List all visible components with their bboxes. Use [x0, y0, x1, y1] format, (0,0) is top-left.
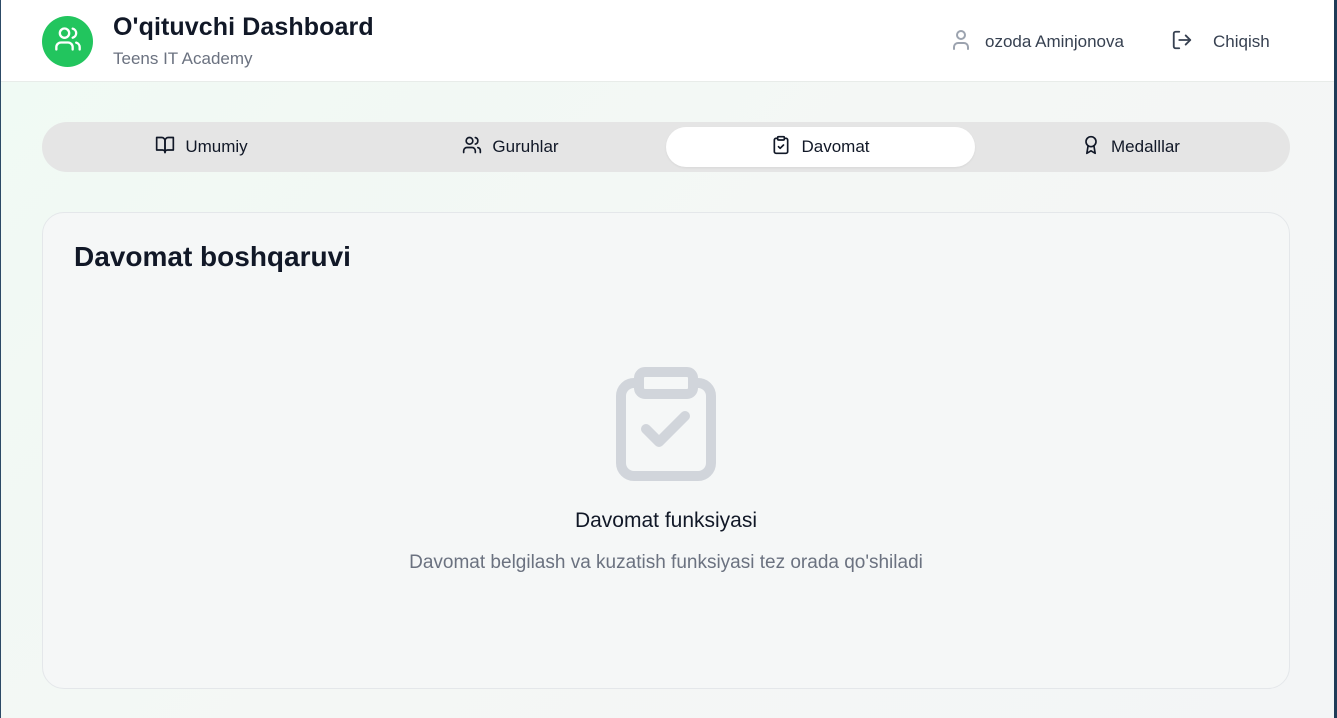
tab-umumiy[interactable]: Umumiy: [47, 127, 356, 167]
app-header: O'qituvchi Dashboard Teens IT Academy oz…: [1, 0, 1334, 82]
attendance-card: Davomat boshqaruvi Davomat funksiyasi Da…: [42, 212, 1290, 689]
clipboard-check-icon: [616, 365, 716, 481]
tab-label: Umumiy: [185, 137, 248, 156]
clipboard-check-icon: [771, 135, 791, 160]
logout-label: Chiqish: [1213, 32, 1270, 51]
users-icon: [462, 135, 482, 160]
window-left-edge: [0, 0, 1, 718]
app-logo: [42, 16, 93, 67]
tab-guruhlar[interactable]: Guruhlar: [356, 127, 665, 167]
card-title: Davomat boshqaruvi: [74, 241, 351, 272]
logout-button[interactable]: Chiqish: [1171, 28, 1270, 56]
tab-label: Guruhlar: [492, 137, 559, 156]
user-name: ozoda Aminjonova: [985, 32, 1124, 51]
user-profile: ozoda Aminjonova: [949, 28, 1124, 56]
tab-bar: Umumiy Guruhlar Davomat Medalllar: [42, 122, 1290, 172]
app-subtitle: Teens IT Academy: [113, 49, 253, 68]
tab-medalllar[interactable]: Medalllar: [976, 127, 1285, 167]
users-icon: [54, 25, 82, 58]
award-icon: [1081, 135, 1101, 160]
tab-davomat[interactable]: Davomat: [666, 127, 975, 167]
book-open-icon: [155, 135, 175, 160]
tab-label: Davomat: [801, 137, 870, 156]
empty-state-title: Davomat funksiyasi: [574, 509, 758, 532]
log-out-icon: [1171, 29, 1193, 56]
tab-label: Medalllar: [1111, 137, 1180, 156]
user-icon: [949, 28, 973, 57]
empty-state-description: Davomat belgilash va kuzatish funksiyasi…: [409, 552, 923, 573]
app-title: O'qituvchi Dashboard: [113, 13, 374, 41]
